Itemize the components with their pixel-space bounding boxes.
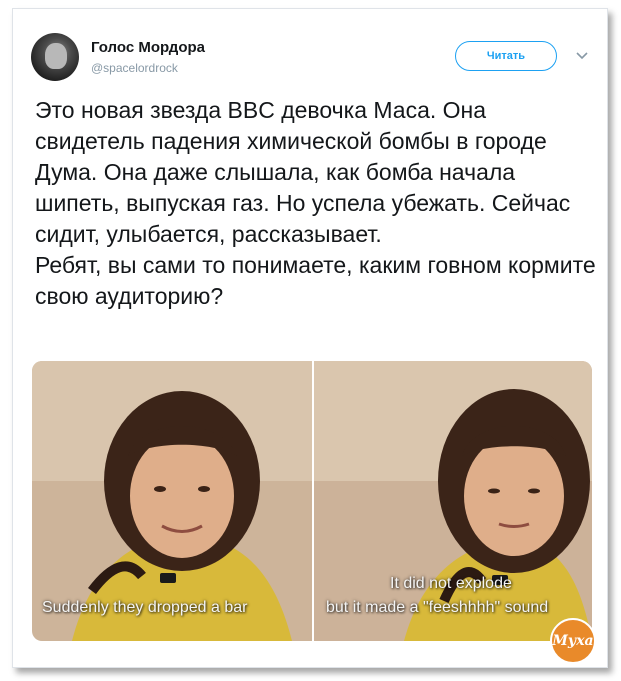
media-image-left[interactable]: Suddenly they dropped a bar [32, 361, 312, 641]
watermark-logo: Муха [550, 618, 596, 664]
right-caption-line2: but it made a "feeshhhh" sound [326, 599, 549, 616]
right-caption-line1: It did not explode [390, 575, 512, 592]
follow-button[interactable]: Читать [455, 41, 557, 71]
chevron-down-icon[interactable] [575, 49, 589, 63]
author-handle[interactable]: @spacelordrock [91, 61, 178, 75]
avatar[interactable] [31, 33, 79, 81]
media-image-right[interactable]: It did not explode but it made a "feeshh… [314, 361, 592, 641]
author-name[interactable]: Голос Мордора [91, 39, 205, 56]
left-caption: Suddenly they dropped a bar [42, 599, 248, 616]
avatar-face [45, 43, 67, 69]
tweet-text: Это новая звезда BBC девочка Маса. Она с… [35, 97, 596, 309]
tweet-card: Голос Мордора @spacelordrock Читать Это … [12, 8, 608, 668]
